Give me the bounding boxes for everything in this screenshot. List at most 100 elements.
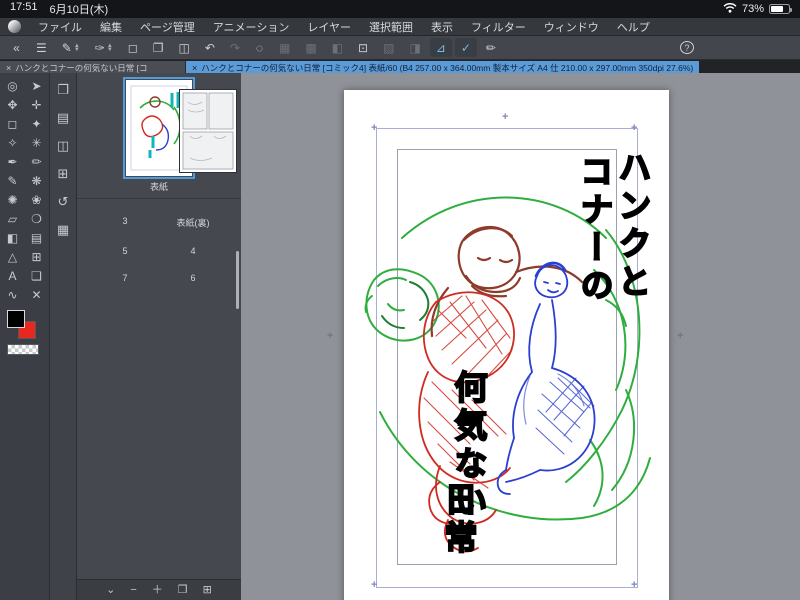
menu-item-window[interactable]: ウィンドウ (535, 19, 608, 35)
tab-close-icon[interactable]: × (192, 63, 197, 73)
tool-pen[interactable]: ✒ (2, 152, 24, 171)
tool-gradient[interactable]: ▤ (26, 228, 48, 247)
current-tool-button[interactable]: ✎ ▲ ▼ (56, 38, 86, 57)
tab-close-icon[interactable]: × (6, 63, 11, 73)
menu-item-help[interactable]: ヘルプ (608, 19, 659, 35)
object-select-button[interactable]: ◻ (122, 38, 144, 57)
remove-page-button[interactable]: − (130, 584, 136, 596)
battery-icon (769, 4, 792, 14)
save-file-button[interactable]: ◫ (173, 38, 196, 57)
navigator-icon[interactable]: ⊞ (58, 167, 69, 180)
two-page-view-button[interactable]: ❐ (178, 584, 188, 596)
tool-eyedropper[interactable]: ✧ (2, 133, 24, 152)
deselect-button[interactable]: ▦ (273, 38, 296, 57)
current-subtool-button[interactable]: ✑ ▲ ▼ (89, 38, 119, 57)
invert-selection-button[interactable]: ▩ (299, 38, 322, 57)
tool-line[interactable]: ∿ (2, 285, 24, 304)
add-page-button[interactable]: ＋ (152, 584, 163, 596)
tool-figure[interactable]: △ (2, 247, 24, 266)
palette-icon-strip: ❐ ▤ ◫ ⊞ ↺ ▦ (50, 73, 77, 600)
material-button[interactable]: ◨ (403, 38, 426, 57)
tool-frame[interactable]: ⊞ (26, 247, 48, 266)
page-manager-panel: 表紙 3 表紙(裏) 5 4 7 6 ⌄ − ＋ ❐ ⊞ (77, 73, 241, 600)
tool-balloon[interactable]: ❏ (26, 266, 48, 285)
help-icon: ? (684, 42, 690, 53)
help-button[interactable]: ? (680, 41, 694, 54)
redo-icon: ↷ (229, 40, 240, 55)
select-area-button[interactable]: ◌ (249, 38, 270, 57)
register-mark-right: + (677, 330, 684, 342)
tool-correction[interactable]: ✕ (26, 285, 48, 304)
main-color-swatch[interactable] (6, 310, 25, 328)
menu-item-page-manage[interactable]: ページ管理 (131, 19, 204, 35)
color-swatches (5, 310, 45, 366)
tool-pencil[interactable]: ✏ (26, 152, 48, 171)
menu-item-filter[interactable]: フィルター (462, 19, 535, 35)
tool-airbrush[interactable]: ✺ (2, 190, 24, 209)
page-label-3: 4 (190, 246, 196, 256)
tool-decoration[interactable]: ❀ (26, 190, 48, 209)
menu-item-selection[interactable]: 選択範囲 (360, 19, 422, 35)
page-thumbnail-grid: 3 表紙(裏) 5 4 7 6 (77, 90, 241, 283)
canvas-page[interactable]: + + + + + ハンクと コナーの 何気ない 日常 (344, 90, 669, 600)
collapse-panel-button[interactable]: ⌄ (106, 584, 115, 596)
page-label-5: 6 (190, 273, 196, 283)
tool-move[interactable]: ✥ (2, 95, 24, 114)
grid-view-button[interactable]: ⊞ (203, 584, 212, 596)
tool-blend[interactable]: ❍ (26, 209, 48, 228)
tool-zoom[interactable]: ◎ (2, 76, 24, 95)
crop-mark-icon: ▧ (383, 40, 395, 55)
tool-measure[interactable]: ✳ (26, 133, 48, 152)
line-correction-icon: ✏ (485, 40, 496, 55)
fill-icon: ◧ (331, 40, 344, 55)
material-icon[interactable]: ▦ (57, 223, 69, 236)
snap-to-special-ruler-button[interactable]: ✓ (454, 38, 477, 57)
title-text-col4: 日常 (438, 481, 479, 559)
tool-fill[interactable]: ◧ (2, 228, 24, 247)
transparent-color-swatch[interactable] (6, 344, 39, 355)
current-tool-chevrons-icon: ▲ ▼ (73, 42, 80, 53)
save-file-icon: ◫ (178, 40, 190, 55)
menu-item-edit[interactable]: 編集 (91, 19, 131, 35)
title-text-col2: コナーの (574, 153, 615, 307)
tool-auto-select[interactable]: ✦ (26, 114, 48, 133)
clip-studio-logo-icon[interactable] (8, 20, 21, 33)
tool-watercolor[interactable]: ❋ (26, 171, 48, 190)
tool-eraser[interactable]: ▱ (2, 209, 24, 228)
menu-item-view[interactable]: 表示 (422, 19, 462, 35)
tool-selection[interactable]: ◻ (2, 114, 24, 133)
frame-border-icon: ⊡ (358, 40, 369, 55)
menu-item-layer[interactable]: レイヤー (298, 19, 360, 35)
story-editor-icon[interactable]: ▤ (57, 111, 69, 124)
fill-button[interactable]: ◧ (326, 38, 349, 57)
battery-percent: 73% (741, 3, 764, 15)
command-bar: «☰ ✎ ▲ ▼ ✑ ▲ ▼ ◻ ❐ ◫ ↶ ↷ ◌ ▦ ▩ ◧ ⊡ ▧ ◨ ⊿ ✓ ✏? (0, 36, 800, 60)
undo-icon: ↶ (204, 40, 215, 55)
tool-operation[interactable]: ➤ (26, 76, 48, 95)
redo-button[interactable]: ↷ (224, 38, 246, 57)
page-thumb-slot-0: 3 (95, 90, 236, 229)
menu-item-file[interactable]: ファイル (29, 19, 91, 35)
canvas-area[interactable]: + + + + + + + ハンクと コナーの 何気ない 日常 (241, 73, 800, 600)
page-thumb-5[interactable] (180, 90, 236, 172)
open-file-button[interactable]: ❐ (147, 38, 170, 57)
tool-hand[interactable]: ✛ (26, 95, 48, 114)
snap-to-ruler-button[interactable]: ⊿ (429, 38, 452, 57)
collapse-palette-button[interactable]: « (6, 38, 27, 57)
wifi-icon (723, 2, 737, 16)
invert-selection-icon: ▩ (305, 40, 317, 55)
menu-item-animation[interactable]: アニメーション (204, 19, 299, 35)
tool-text[interactable]: A (2, 266, 24, 285)
line-correction-button[interactable]: ✏ (480, 38, 502, 57)
tool-palette: ◎ ➤ ✥ ✛ ◻ ✦ ✧ ✳ ✒ ✏ ✎ ❋ ✺ ❀ ▱ ❍ ◧ ▤ △ ⊞ A ❏ ∿ ✕ (0, 73, 50, 600)
panel-scrollbar[interactable] (236, 251, 239, 309)
page-label-1: 表紙(裏) (176, 218, 210, 228)
tool-brush[interactable]: ✎ (2, 171, 24, 190)
undo-button[interactable]: ↶ (199, 38, 221, 57)
page-manager-icon[interactable]: ❐ (57, 83, 69, 96)
history-icon[interactable]: ↺ (58, 195, 69, 208)
layer-palette-icon[interactable]: ◫ (57, 139, 69, 152)
frame-border-button[interactable]: ⊡ (352, 38, 374, 57)
crop-mark-button[interactable]: ▧ (377, 38, 400, 57)
main-menu-button[interactable]: ☰ (30, 38, 53, 57)
